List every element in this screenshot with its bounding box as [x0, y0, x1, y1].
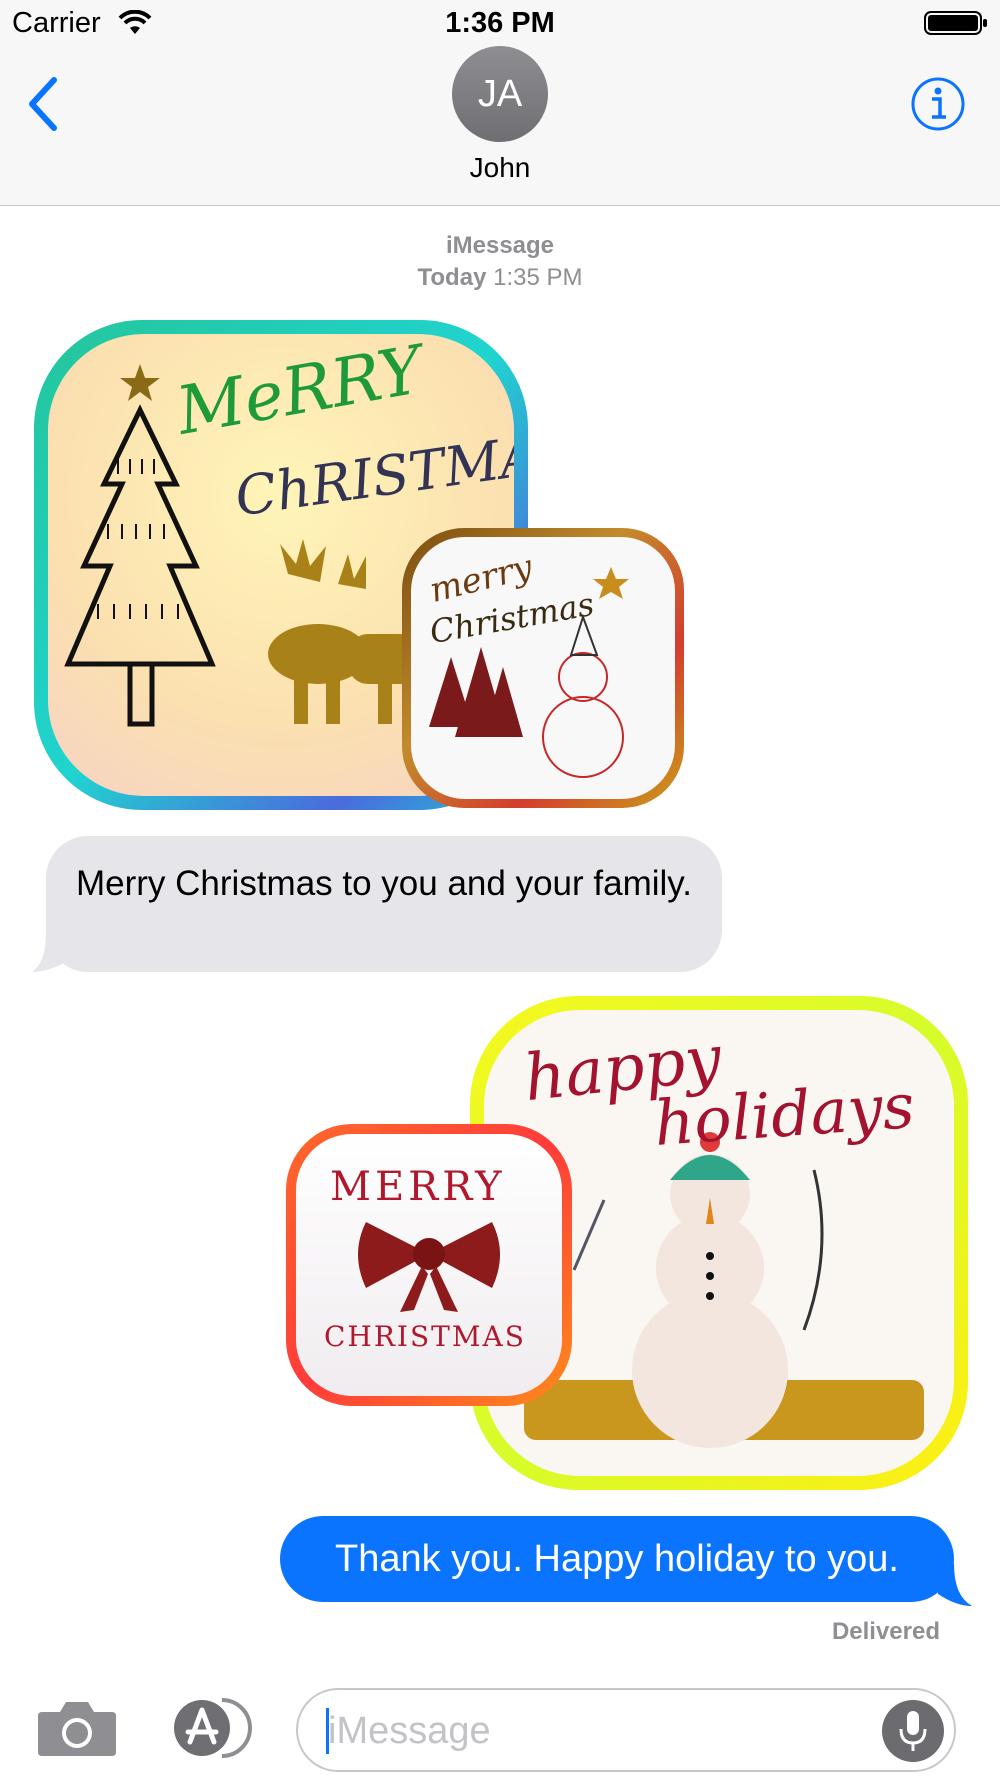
camera-icon[interactable]: [36, 1698, 118, 1763]
message-input[interactable]: iMessage: [296, 1688, 956, 1772]
incoming-message-bubble[interactable]: Merry Christmas to you and your family.: [46, 836, 722, 972]
avatar-initials: JA: [477, 72, 523, 115]
message-text: Thank you. Happy holiday to you.: [334, 1538, 899, 1580]
chevron-left-icon[interactable]: [26, 76, 60, 137]
conversation-header: JA John: [0, 42, 1000, 206]
sticker-title-line1: MERRY: [330, 1164, 506, 1210]
sticker-merry-christmas-snowman[interactable]: merry Christmas: [402, 528, 684, 808]
outgoing-message-bubble[interactable]: Thank you. Happy holiday to you.: [280, 1516, 954, 1602]
message-placeholder: iMessage: [328, 1710, 491, 1752]
microphone-icon[interactable]: [882, 1700, 944, 1762]
battery-icon: [924, 10, 988, 41]
delivery-status: Delivered: [831, 1618, 940, 1645]
sticker-title-line2: CHRISTMAS: [324, 1320, 526, 1353]
contact-name[interactable]: John: [0, 152, 1000, 184]
service-label: iMessage: [445, 232, 555, 259]
timestamp-time: 1:35 PM: [493, 264, 583, 291]
clock: 1:36 PM: [445, 7, 555, 39]
app-store-icon[interactable]: [166, 1696, 254, 1765]
status-bar: Carrier 1:36 PM: [0, 0, 1000, 42]
timestamp-day: Today: [417, 264, 487, 291]
message-timestamp: Today 1:35 PM: [0, 264, 1000, 292]
message-text: Merry Christmas to you and your family.: [76, 864, 692, 903]
avatar[interactable]: JA: [452, 46, 548, 142]
sticker-merry-christmas-bow[interactable]: MERRY CHRISTMAS: [286, 1124, 572, 1406]
info-icon[interactable]: [910, 76, 966, 137]
